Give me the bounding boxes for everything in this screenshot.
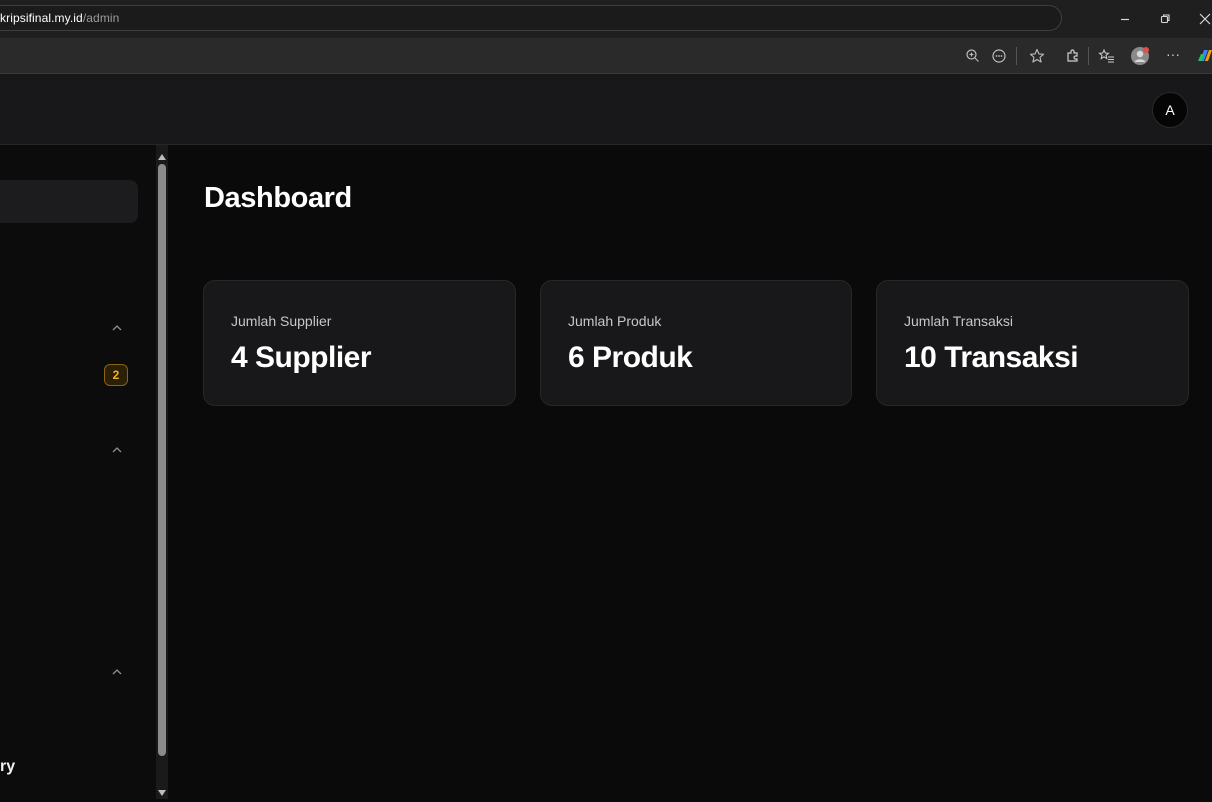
toolbar-separator [1016,47,1017,65]
sidebar-item-badge: 2 [104,364,128,386]
scroll-up-arrow-icon[interactable] [157,148,167,160]
extensions-icon[interactable] [1064,47,1082,65]
chevron-up-icon[interactable] [110,664,124,675]
sidebar [0,145,156,799]
app-header [0,74,1212,145]
toolbar-separator [1088,47,1089,65]
url-text: kripsifinal.my.id/admin [0,11,120,25]
stat-card-produk: Jumlah Produk 6 Produk [540,280,852,406]
favorite-star-icon[interactable] [1028,47,1046,65]
stat-card-value: 4 Supplier [231,341,372,374]
sidebar-item-label[interactable]: ry [0,758,15,776]
more-menu-button[interactable]: ··· [1166,46,1180,62]
chevron-up-icon[interactable] [110,320,124,331]
stat-card-supplier: Jumlah Supplier 4 Supplier [203,280,516,406]
copilot-icon[interactable] [1196,47,1212,65]
stat-card-label: Jumlah Supplier [231,313,332,329]
stat-card-label: Jumlah Transaksi [904,313,1013,329]
stat-card-transaksi: Jumlah Transaksi 10 Transaksi [876,280,1189,406]
stat-card-label: Jumlah Produk [568,313,662,329]
sidebar-item-dashboard[interactable] [0,180,138,223]
url-field[interactable]: kripsifinal.my.id/admin [0,5,1062,31]
page-title: Dashboard [204,182,352,214]
profile-icon[interactable] [1130,46,1150,66]
reader-mode-icon[interactable] [990,47,1008,65]
window-restore-icon[interactable] [1158,12,1172,26]
chevron-up-icon[interactable] [110,442,124,453]
sidebar-scrollbar-thumb[interactable] [158,164,166,756]
stat-card-value: 6 Produk [568,341,693,374]
stat-card-value: 10 Transaksi [904,341,1079,374]
window-close-icon[interactable] [1198,12,1212,26]
user-avatar[interactable]: A [1152,92,1188,128]
window-minimize-icon[interactable] [1118,12,1132,26]
favorites-list-icon[interactable] [1098,47,1116,65]
scroll-down-arrow-icon[interactable] [157,784,167,796]
zoom-icon[interactable] [964,47,982,65]
